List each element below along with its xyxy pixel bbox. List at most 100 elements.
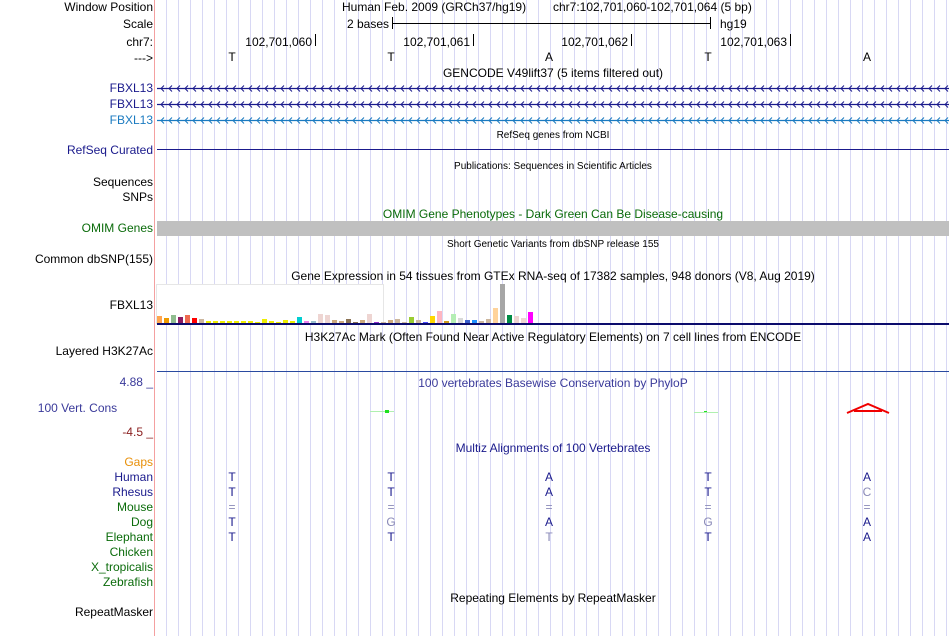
gtex-tissue-bar[interactable]	[514, 316, 519, 323]
gtex-tissue-bar[interactable]	[479, 321, 484, 323]
refseq-track-title: RefSeq genes from NCBI	[496, 130, 610, 141]
gtex-tissue-bar[interactable]	[465, 320, 470, 323]
gtex-tissue-bar[interactable]	[444, 321, 449, 323]
gtex-tissue-bar[interactable]	[472, 320, 477, 323]
gtex-tissue-bar[interactable]	[486, 319, 491, 323]
gtex-tissue-bar[interactable]	[311, 321, 316, 323]
gtex-tissue-bar[interactable]	[227, 321, 232, 323]
gtex-tissue-bar[interactable]	[353, 322, 358, 323]
gtex-tissue-bar[interactable]	[262, 319, 267, 323]
alignment-base: T	[387, 530, 395, 544]
phylop-min: -4.5 _	[122, 425, 153, 439]
alignment-base: T	[228, 530, 236, 544]
gtex-tissue-bar[interactable]	[276, 322, 281, 323]
gtex-tissue-bar[interactable]	[458, 318, 463, 323]
gtex-tissue-bar[interactable]	[339, 321, 344, 323]
h3k27ac-track-title: H3K27Ac Mark (Often Found Near Active Re…	[304, 330, 802, 344]
gtex-tissue-bar[interactable]	[171, 315, 176, 323]
publications-snps-label[interactable]: SNPs	[122, 190, 153, 204]
phylop-score-mark	[704, 411, 707, 412]
gtex-tissue-bar[interactable]	[283, 320, 288, 323]
species-label[interactable]: Mouse	[117, 500, 153, 514]
gtex-tissue-bar[interactable]	[507, 315, 512, 323]
omim-genes-label[interactable]: OMIM Genes	[82, 221, 153, 235]
gtex-tissue-bar[interactable]	[157, 316, 162, 323]
gtex-tissue-bar[interactable]	[206, 321, 211, 323]
gtex-tissue-bar[interactable]	[409, 317, 414, 323]
gtex-tissue-bar[interactable]	[381, 322, 386, 323]
gtex-tissue-bar[interactable]	[402, 322, 407, 323]
species-label[interactable]: Dog	[131, 515, 153, 529]
species-label[interactable]: Human	[114, 470, 153, 484]
alignment-base: T	[704, 530, 712, 544]
gencode-gene-label[interactable]: FBXL13	[110, 81, 153, 95]
gencode-gene-feature[interactable]	[157, 100, 949, 109]
species-label[interactable]: Zebrafish	[103, 575, 153, 589]
gtex-tissue-bar[interactable]	[213, 321, 218, 323]
gtex-tissue-bar[interactable]	[437, 311, 442, 323]
gencode-gene-feature[interactable]	[157, 84, 949, 93]
sequence-base: A	[862, 50, 871, 64]
gtex-tissue-bar[interactable]	[423, 322, 428, 323]
gtex-tissue-bar[interactable]	[360, 320, 365, 323]
gtex-tissue-bar[interactable]	[325, 315, 330, 323]
phylop-label[interactable]: 100 Vert. Cons	[0, 401, 155, 415]
omim-gene-feature[interactable]	[157, 221, 949, 236]
alignment-base: T	[387, 485, 395, 499]
gtex-tissue-bar[interactable]	[241, 321, 246, 323]
gencode-gene-label[interactable]: FBXL13	[110, 97, 153, 111]
assembly-title: Human Feb. 2009 (GRCh37/hg19)	[342, 0, 527, 14]
gtex-tissue-bar[interactable]	[367, 314, 372, 323]
gtex-tissue-bar[interactable]	[199, 319, 204, 323]
gtex-tissue-bar[interactable]	[500, 284, 505, 323]
dbsnp-track-title: Short Genetic Variants from dbSNP releas…	[447, 239, 659, 250]
gtex-tissue-bar[interactable]	[234, 321, 239, 323]
species-label[interactable]: Rhesus	[112, 485, 153, 499]
alignment-base: =	[387, 500, 395, 514]
gtex-track-title: Gene Expression in 54 tissues from GTEx …	[291, 269, 815, 283]
omim-track-title: OMIM Gene Phenotypes - Dark Green Can Be…	[382, 207, 724, 221]
gtex-tissue-bar[interactable]	[346, 319, 351, 323]
alignment-base: =	[228, 500, 236, 514]
gtex-tissue-bar[interactable]	[304, 321, 309, 323]
gtex-tissue-bar[interactable]	[178, 317, 183, 323]
scale-db: hg19	[720, 17, 747, 31]
gtex-tissue-bar[interactable]	[521, 318, 526, 323]
publications-sequences-label[interactable]: Sequences	[93, 175, 153, 189]
gtex-tissue-bar[interactable]	[185, 315, 190, 323]
species-label[interactable]: Elephant	[106, 530, 153, 544]
gtex-tissue-bar[interactable]	[416, 320, 421, 323]
species-label[interactable]: Chicken	[110, 545, 153, 559]
gtex-tissue-bar[interactable]	[220, 321, 225, 323]
gtex-tissue-bar[interactable]	[388, 320, 393, 323]
gtex-tissue-bar[interactable]	[297, 317, 302, 323]
gtex-tissue-bar[interactable]	[451, 314, 456, 323]
gencode-gene-feature[interactable]	[157, 116, 949, 125]
gencode-gene-label[interactable]: FBXL13	[110, 113, 153, 127]
gtex-tissue-bar[interactable]	[255, 322, 260, 323]
gtex-tissue-bar[interactable]	[248, 321, 253, 323]
refseq-line[interactable]	[157, 149, 949, 150]
repeatmasker-label[interactable]: RepeatMasker	[75, 605, 153, 619]
gtex-tissue-bar[interactable]	[192, 318, 197, 323]
refseq-curated-label[interactable]: RefSeq Curated	[67, 143, 153, 157]
gtex-tissue-bar[interactable]	[290, 321, 295, 323]
gtex-tissue-bar[interactable]	[164, 318, 169, 323]
alignment-base: =	[863, 500, 871, 514]
h3k27ac-label[interactable]: Layered H3K27Ac	[56, 344, 153, 358]
gtex-tissue-bar[interactable]	[493, 308, 498, 323]
phylop-score-mark	[694, 412, 718, 413]
gtex-tissue-bar[interactable]	[318, 314, 323, 323]
gaps-label[interactable]: Gaps	[124, 455, 153, 469]
gtex-tissue-bar[interactable]	[430, 316, 435, 323]
alignment-base: C	[862, 485, 872, 499]
gtex-tissue-bar[interactable]	[332, 320, 337, 323]
gtex-tissue-bar[interactable]	[269, 321, 274, 323]
species-label[interactable]: X_tropicalis	[91, 560, 153, 574]
gtex-gene-label[interactable]: FBXL13	[110, 298, 153, 312]
gtex-tissue-bar[interactable]	[528, 312, 533, 323]
ruler-tick	[315, 34, 316, 46]
dbsnp-label[interactable]: Common dbSNP(155)	[35, 252, 153, 266]
gtex-tissue-bar[interactable]	[395, 319, 400, 323]
gtex-tissue-bar[interactable]	[374, 322, 379, 323]
